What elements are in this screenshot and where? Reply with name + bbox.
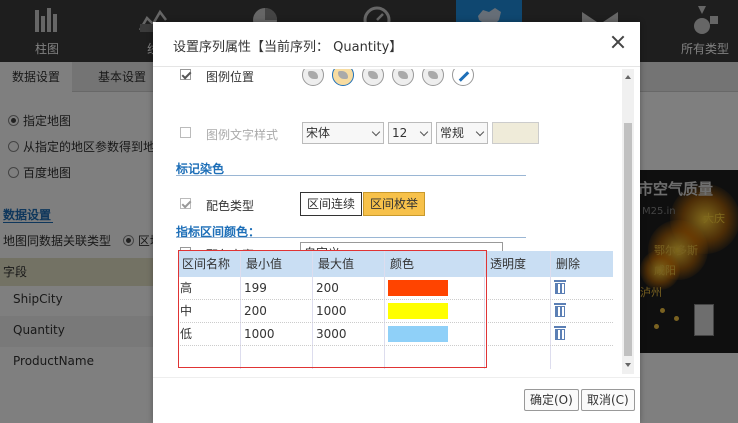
legend-pos-option[interactable] — [362, 69, 384, 86]
color-type-enum-button[interactable]: 区间枚举 — [363, 192, 426, 216]
legend-position-label: 图例位置 — [206, 70, 255, 84]
ok-button[interactable]: 确定(O) — [524, 389, 579, 411]
color-type-continuous-button[interactable]: 区间连续 — [300, 192, 363, 216]
chevron-down-icon — [475, 127, 485, 137]
edit-icon[interactable] — [452, 69, 474, 86]
chevron-down-icon — [371, 127, 381, 137]
font-size-select[interactable]: 12 — [388, 122, 432, 144]
chevron-down-icon — [419, 127, 429, 137]
legend-pos-glyph-icon — [428, 71, 438, 79]
font-style-select[interactable]: 常规 — [436, 122, 488, 144]
delete-icon[interactable] — [554, 280, 566, 294]
dialog-content: 图例位置 图例文字样式 宋体 12 常规 标记染色 配色类型 区间连续 区间枚举… — [156, 69, 634, 374]
divider — [153, 66, 640, 67]
close-icon[interactable] — [609, 34, 627, 52]
legend-pos-option[interactable] — [392, 69, 414, 86]
scroll-up-icon[interactable] — [625, 75, 631, 79]
dialog-title: 设置序列属性【当前序列： Quantity】 — [173, 40, 403, 55]
scroll-thumb[interactable] — [624, 123, 632, 356]
legend-position-checkbox[interactable] — [180, 69, 191, 80]
legend-pos-glyph-icon — [308, 71, 318, 79]
legend-pos-option[interactable] — [422, 69, 444, 86]
divider — [176, 237, 526, 238]
legend-pos-glyph-icon — [368, 71, 378, 79]
legend-pos-glyph-icon — [338, 71, 348, 79]
column-header: 透明度 — [490, 257, 527, 271]
legend-pos-option[interactable] — [302, 69, 324, 86]
legend-text-style-label: 图例文字样式 — [206, 128, 279, 142]
legend-pos-option-selected[interactable] — [332, 69, 354, 86]
cancel-button[interactable]: 取消(C) — [581, 389, 635, 411]
column-header: 删除 — [556, 257, 581, 271]
font-family-select[interactable]: 宋体 — [302, 122, 384, 144]
legend-position-row: 图例位置 — [156, 69, 616, 87]
divider — [176, 175, 526, 176]
vertical-scrollbar[interactable] — [622, 69, 634, 374]
legend-pos-glyph-icon — [398, 71, 408, 79]
scroll-down-icon[interactable] — [625, 363, 631, 367]
highlight-box — [178, 250, 487, 368]
legend-text-color-picker[interactable] — [492, 122, 539, 144]
delete-icon[interactable] — [554, 326, 566, 340]
series-properties-dialog: 设置序列属性【当前序列： Quantity】 图例位置 图例文字样式 宋体 12… — [153, 22, 640, 423]
delete-icon[interactable] — [554, 303, 566, 317]
color-type-checkbox[interactable] — [180, 198, 191, 209]
legend-text-style-checkbox[interactable] — [180, 127, 191, 138]
divider — [153, 377, 640, 378]
color-type-label: 配色类型 — [206, 199, 255, 213]
